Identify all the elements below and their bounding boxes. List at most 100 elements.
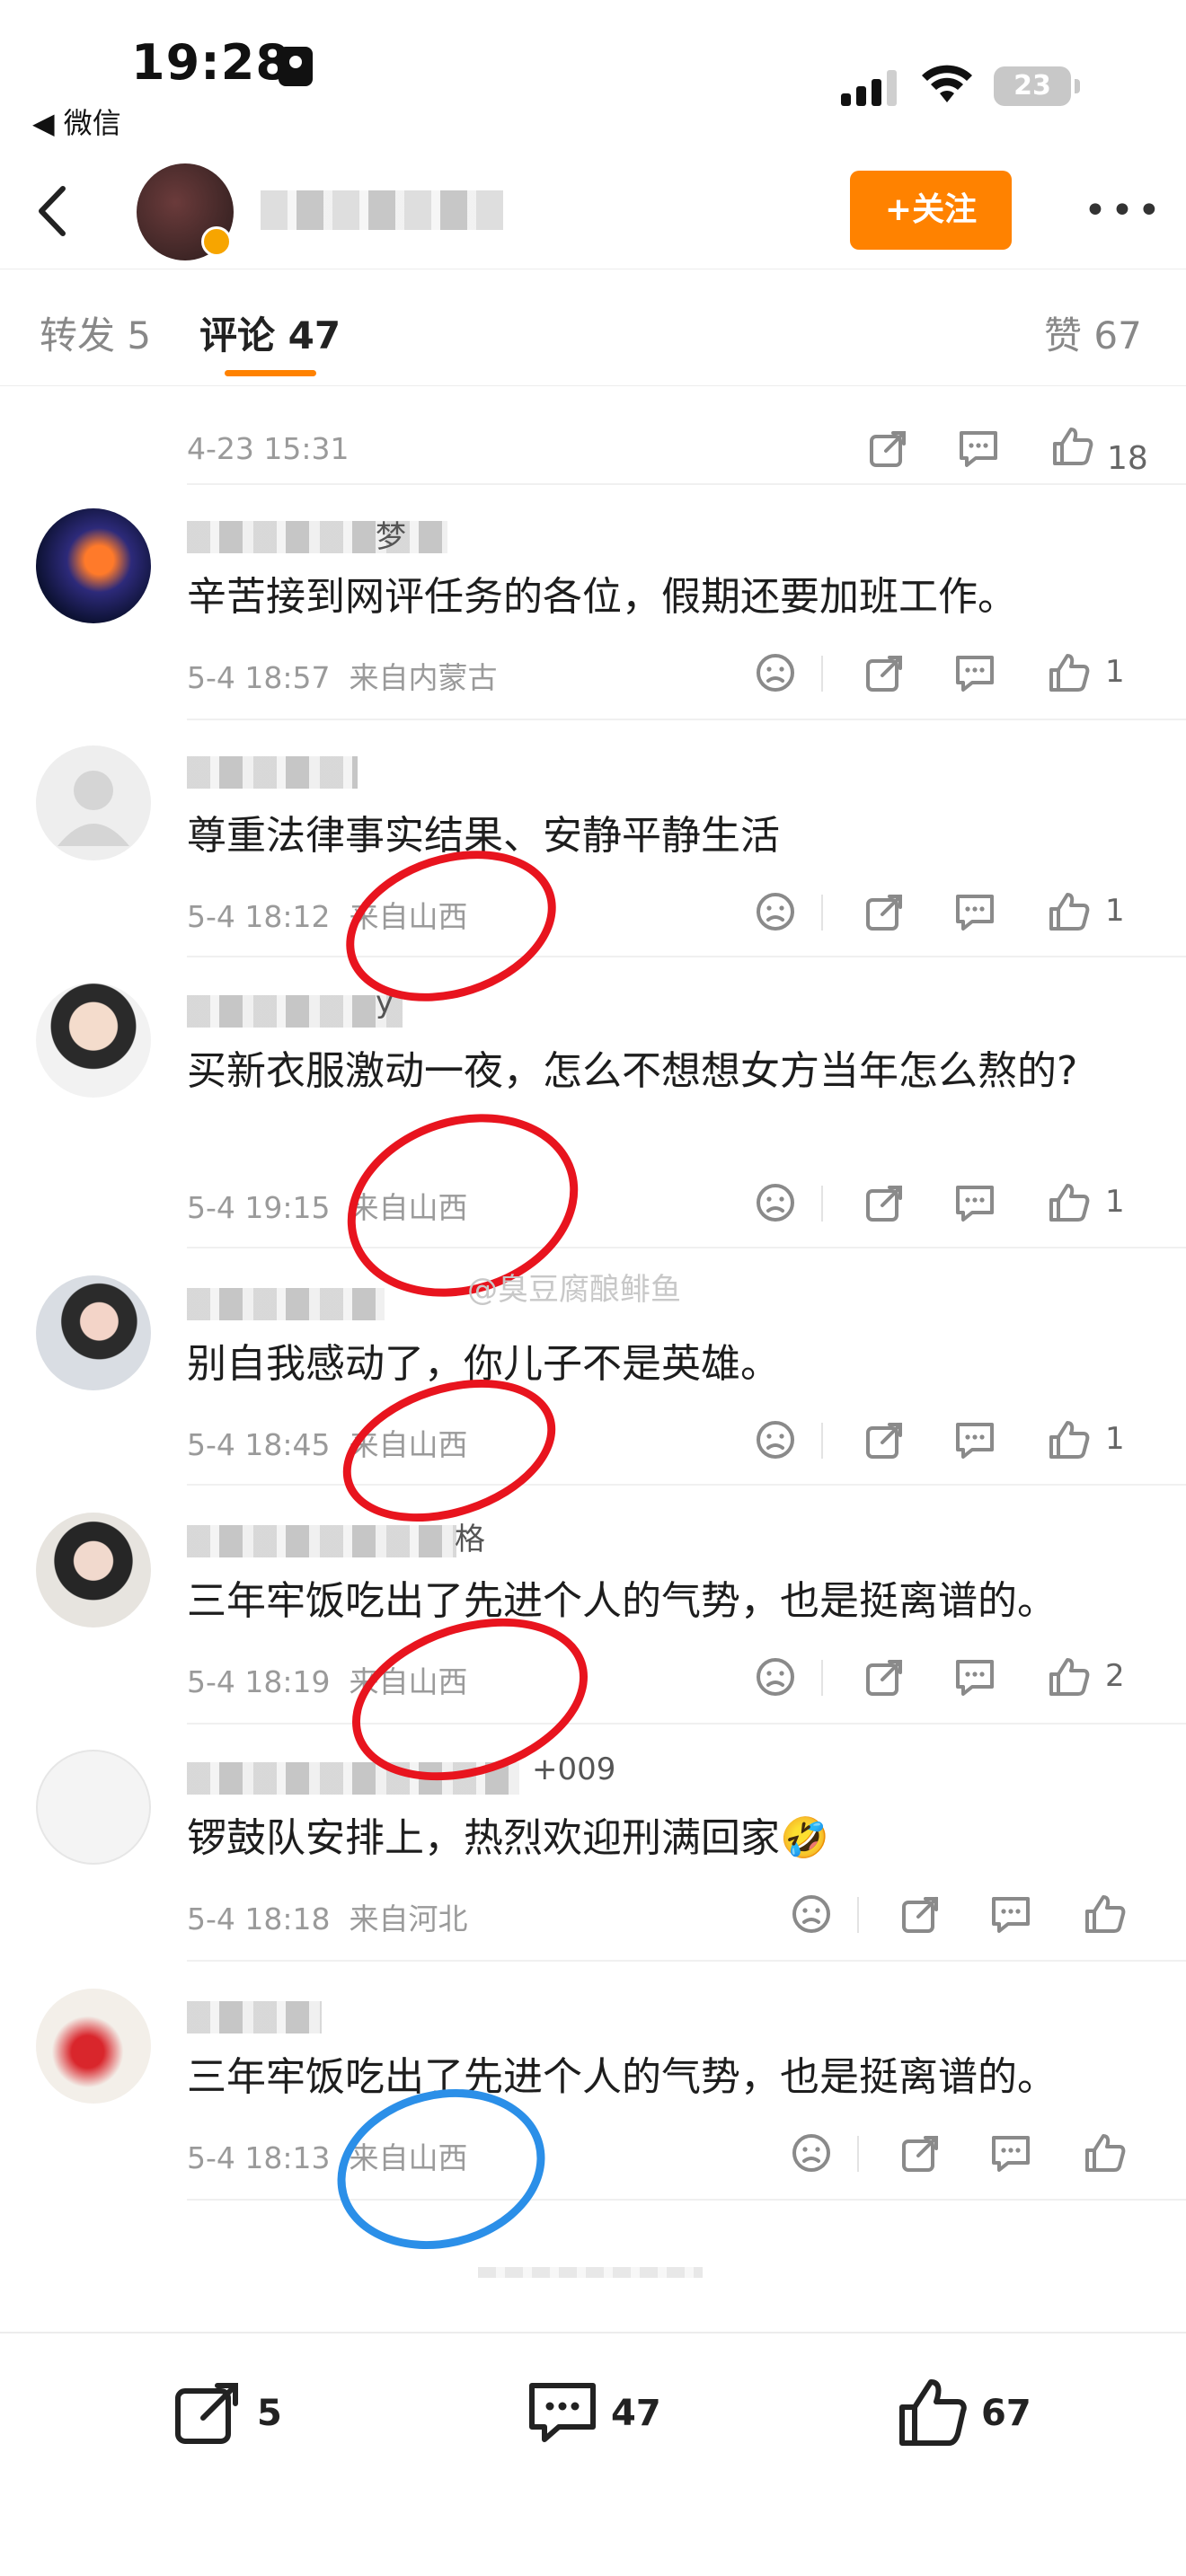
thumbs-up-icon[interactable] [1082,2130,1127,2175]
thumbs-up-icon [899,2379,967,2446]
comment-actions [789,2130,1148,2184]
comment-actions: 1 [753,889,1148,943]
share-icon[interactable] [866,426,911,471]
thumbs-up-icon[interactable] [1049,424,1094,469]
comment-text: 辛苦接到网评任务的各位，假期还要加班工作。 [187,574,1017,620]
divider [821,656,823,692]
commenter-avatar[interactable] [36,1989,151,2104]
author-name-redacted[interactable] [261,190,503,230]
tab-repost[interactable]: 转发 5 [40,305,151,360]
divider [857,1897,859,1933]
default-avatar-icon[interactable] [36,745,151,860]
comment-text: 买新衣服激动一夜，怎么不想想女方当年怎么熬的? [187,1048,1078,1094]
comment-time: 5-4 19:15 [187,1190,331,1225]
dislike-face-icon[interactable] [789,1892,834,1936]
more-horizontal-icon[interactable]: ••• [1084,191,1164,231]
divider [821,1423,823,1459]
commenter-name-redacted[interactable] [187,1525,456,1557]
divider [821,1186,823,1222]
comment-text: 尊重法律事实结果、安静平静生活 [187,813,780,859]
commenter-name-redacted[interactable] [187,521,447,553]
dislike-face-icon[interactable] [753,1417,798,1462]
commenter-avatar[interactable] [36,1513,151,1628]
divider [187,1484,1186,1486]
comment-time: 5-4 18:45 [187,1427,331,1462]
commenter-name-suffix: 梦 [376,519,406,555]
commenter-avatar[interactable] [36,1275,151,1390]
commenter-name-suffix: +009 [532,1751,616,1787]
divider [187,2199,1186,2201]
dislike-face-icon[interactable] [789,2130,834,2175]
like-count: 1 [1105,893,1125,929]
follow-button[interactable]: +关注 [850,171,1012,250]
divider [187,1247,1186,1248]
comment-count: 47 [611,2393,661,2434]
share-icon[interactable] [898,1892,943,1936]
comment-actions [789,1892,1148,1945]
share-icon[interactable] [863,1417,907,1462]
comment-text: 三年牢饭吃出了先进个人的气势，也是挺离谱的。 [187,2054,1057,2100]
comment-time: 5-4 18:57 [187,660,331,695]
watermark-text: @臭豆腐酿鲱鱼 [467,1272,681,1308]
share-icon[interactable] [863,889,907,934]
dislike-face-icon[interactable] [753,1180,798,1225]
comment-actions: 1 [753,1180,1148,1234]
previous-item-meta: 4-23 15:31 18 [187,413,1148,485]
comment-actions: 1 [753,650,1148,704]
commenter-avatar[interactable] [36,1750,151,1865]
comment-time: 5-4 18:19 [187,1664,331,1699]
share-icon[interactable] [863,1654,907,1699]
comment-actions: 2 [753,1654,1148,1708]
chevron-left-icon[interactable] [27,180,81,243]
comment-time: 5-4 18:13 [187,2140,331,2175]
thumbs-up-icon[interactable] [1046,650,1091,695]
dislike-face-icon[interactable] [753,1654,798,1699]
tab-comments[interactable]: 评论 47 [199,305,341,360]
battery-indicator: 23 [994,66,1080,106]
previous-item-time: 4-23 15:31 [187,431,350,466]
thumbs-up-icon[interactable] [1046,889,1091,934]
like-count: 18 [1107,440,1148,477]
share-icon[interactable] [863,1180,907,1225]
orientation-lock-icon [279,47,313,86]
thumbs-up-icon[interactable] [1046,1654,1091,1699]
comment-icon[interactable] [956,426,1001,471]
dislike-face-icon[interactable] [753,889,798,934]
active-tab-indicator [225,370,316,376]
like-count: 1 [1105,1421,1125,1457]
divider [187,956,1186,957]
thumbs-up-icon[interactable] [1082,1892,1127,1936]
comment-icon[interactable] [988,2130,1033,2175]
comment-icon[interactable] [952,1417,997,1462]
dislike-face-icon[interactable] [753,650,798,695]
commenter-avatar[interactable] [36,508,151,623]
commenter-avatar[interactable] [36,983,151,1098]
comment-icon[interactable] [952,1180,997,1225]
divider [187,1960,1186,1962]
thumbs-up-icon[interactable] [1046,1417,1091,1462]
commenter-name-redacted[interactable] [187,1288,385,1320]
comment-location: 来自内蒙古 [349,660,498,695]
comment-icon[interactable] [952,1654,997,1699]
cellular-signal-icon [841,70,898,106]
share-icon [175,2383,238,2444]
thumbs-up-icon[interactable] [1046,1180,1091,1225]
share-icon[interactable] [863,650,907,695]
comment-icon[interactable] [988,1892,1033,1936]
back-to-app-link[interactable]: ◀ 微信 [32,101,121,142]
tab-likes[interactable]: 赞 67 [1044,305,1142,360]
commenter-name-redacted[interactable] [187,995,403,1028]
divider [857,2136,859,2172]
comment-location: 来自河北 [349,1901,468,1936]
like-count: 2 [1105,1658,1125,1694]
divider [821,1660,823,1696]
comment-icon[interactable] [952,889,997,934]
commenter-name-redacted[interactable] [187,756,358,789]
share-icon[interactable] [898,2130,943,2175]
wifi-icon [922,65,972,102]
comment-icon[interactable] [952,650,997,695]
like-count: 1 [1105,1184,1125,1220]
comment-text: 锣鼓队安排上，热烈欢迎刑满回家🤣 [187,1815,829,1861]
commenter-name-redacted[interactable] [187,2001,322,2033]
comment-meta: 5-4 18:57 来自内蒙古 [187,654,497,697]
